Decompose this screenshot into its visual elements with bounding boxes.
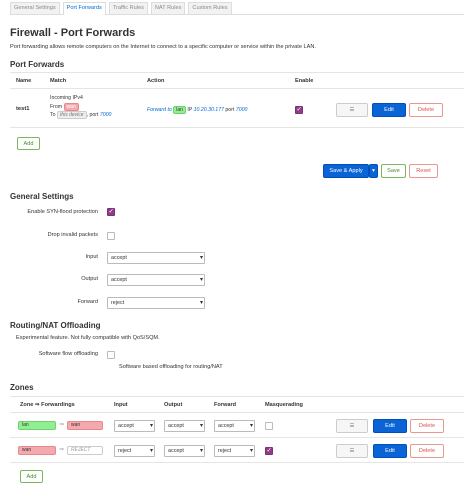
divider xyxy=(10,437,464,438)
divider xyxy=(10,72,464,73)
drag-handle-button[interactable]: ☰ xyxy=(336,419,368,433)
divider xyxy=(10,462,464,463)
zone-input-select[interactable]: reject xyxy=(114,445,155,457)
zone-input-select[interactable]: accept xyxy=(114,420,155,432)
rule-action: Forward to lan IP 10.20.30.177 port 7000 xyxy=(147,106,247,115)
match-from-label: From xyxy=(50,103,63,110)
match-family: Incoming IPv4 xyxy=(50,95,83,101)
input-policy-select[interactable]: accept xyxy=(107,252,205,264)
zone-forward-select[interactable]: accept xyxy=(214,420,255,432)
zone-forward-select[interactable]: reject xyxy=(214,445,255,457)
action-forward: Forward xyxy=(147,107,167,113)
tab-traffic-rules[interactable]: Traffic Rules xyxy=(108,2,148,14)
chevron-down-icon: ▾ xyxy=(372,168,375,174)
forwarding-arrow-icon: ⇒ xyxy=(59,422,65,428)
masquerading-checkbox[interactable] xyxy=(265,446,273,455)
input-col-header: Input xyxy=(114,402,128,408)
add-zone-button[interactable]: Add xyxy=(20,470,43,483)
rule-match: Incoming IPv4 From wan To this device, p… xyxy=(50,95,111,120)
device-badge: this device xyxy=(56,111,87,119)
output-col-header: Output xyxy=(164,402,183,408)
port-forwards-title: Port Forwards xyxy=(10,60,65,69)
divider xyxy=(10,396,464,397)
syn-flood-label: Enable SYN-flood protection xyxy=(27,209,98,215)
drag-handle-button[interactable]: ☰ xyxy=(336,103,368,117)
input-policy-label: Input xyxy=(85,254,98,260)
zones-title: Zones xyxy=(10,383,34,392)
page-title: Firewall - Port Forwards xyxy=(10,27,136,39)
zone-output-select[interactable]: accept xyxy=(164,420,205,432)
offloading-description: Experimental feature. Not fully compatib… xyxy=(16,335,160,341)
sw-offloading-help: Software based offloading for routing/NA… xyxy=(119,364,223,370)
rule-name: test1 xyxy=(16,106,30,112)
edit-zone-button[interactable]: Edit xyxy=(373,419,407,433)
reset-button[interactable]: Reset xyxy=(409,164,438,178)
zone-badge-lan: lan xyxy=(18,421,56,430)
zone-badge-wan: wan xyxy=(67,421,103,430)
tab-custom-rules[interactable]: Custom Rules xyxy=(188,2,232,14)
drop-invalid-label: Drop invalid packets xyxy=(47,232,98,238)
zone-badge-wan: wan xyxy=(63,102,79,111)
tab-general-settings[interactable]: General Settings xyxy=(10,2,60,14)
forward-policy-label: Forward xyxy=(77,299,98,305)
col-match-header: Match xyxy=(50,78,67,84)
zone-output-select[interactable]: accept xyxy=(164,445,205,457)
rule-enable-checkbox[interactable] xyxy=(295,105,303,114)
drag-handle-button[interactable]: ☰ xyxy=(336,444,368,458)
add-port-forward-button[interactable]: Add xyxy=(17,137,40,150)
forward-col-header: Forward xyxy=(214,402,237,408)
edit-button[interactable]: Edit xyxy=(372,103,406,117)
zone-badge-lan: lan xyxy=(173,106,186,114)
save-apply-button[interactable]: Save & Apply xyxy=(323,164,369,178)
action-to: to xyxy=(167,107,172,113)
forwarding-arrow-icon: ⇒ xyxy=(59,447,65,453)
match-port: 7000 xyxy=(99,112,112,118)
zone-badge-wan: wan xyxy=(18,446,56,455)
col-action-header: Action xyxy=(147,78,165,84)
output-policy-label: Output xyxy=(81,276,98,282)
action-ip: 10.20.30.177 xyxy=(193,107,224,113)
edit-zone-button[interactable]: Edit xyxy=(373,444,407,458)
offloading-title: Routing/NAT Offloading xyxy=(10,321,101,330)
action-port-label: port xyxy=(225,107,235,113)
divider xyxy=(10,127,464,128)
tab-bar: General Settings Port Forwards Traffic R… xyxy=(10,2,464,15)
divider xyxy=(10,412,464,413)
delete-zone-button[interactable]: Delete xyxy=(410,444,444,458)
save-button[interactable]: Save xyxy=(381,164,406,178)
match-from: From wan xyxy=(50,102,111,112)
action-ip-label: IP xyxy=(187,107,193,113)
save-apply-dropdown-button[interactable]: ▾ xyxy=(369,164,378,178)
sw-offloading-label: Software flow offloading xyxy=(38,351,98,357)
output-policy-select[interactable]: accept xyxy=(107,274,205,286)
delete-button[interactable]: Delete xyxy=(409,103,443,117)
col-enable-header: Enable xyxy=(295,78,314,84)
match-to: To this device, port 7000 xyxy=(50,111,111,120)
match-port-label: , port xyxy=(86,112,99,118)
zone-col-header: Zone ⇒ Forwardings xyxy=(20,402,75,408)
action-port: 7000 xyxy=(235,107,248,113)
col-name-header: Name xyxy=(16,78,32,84)
delete-zone-button[interactable]: Delete xyxy=(410,419,444,433)
match-to-label: To xyxy=(50,112,56,118)
tab-nat-rules[interactable]: NAT Rules xyxy=(150,2,186,14)
masq-col-header: Masquerading xyxy=(265,402,303,408)
zone-badge-reject: REJECT xyxy=(67,446,103,455)
tab-port-forwards[interactable]: Port Forwards xyxy=(62,2,106,15)
syn-flood-checkbox[interactable] xyxy=(107,207,115,216)
divider xyxy=(10,88,464,89)
drop-invalid-checkbox[interactable] xyxy=(107,232,115,240)
sw-offloading-checkbox[interactable] xyxy=(107,351,115,359)
page-description: Port forwarding allows remote computers … xyxy=(10,44,316,50)
forward-policy-select[interactable]: reject xyxy=(107,297,205,309)
general-settings-title: General Settings xyxy=(10,192,74,201)
masquerading-checkbox[interactable] xyxy=(265,422,273,430)
